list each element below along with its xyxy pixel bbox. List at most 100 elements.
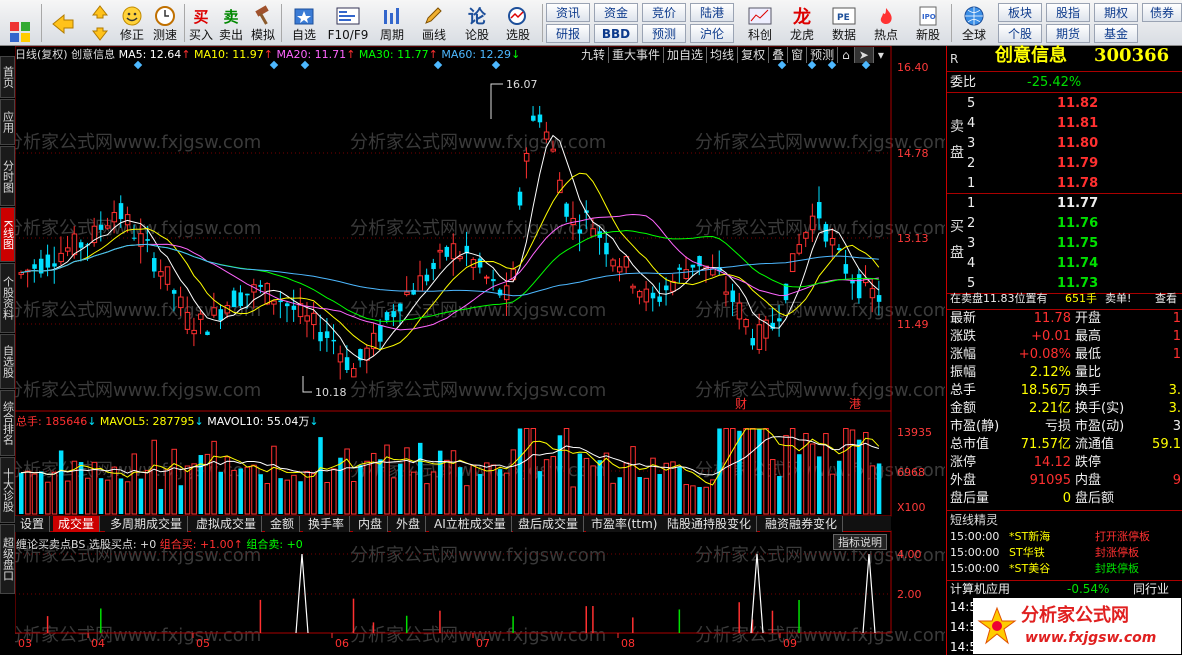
down-button[interactable]	[88, 24, 112, 44]
tab-settings[interactable]: 设置	[15, 516, 51, 532]
kechuang-button[interactable]: 科创	[740, 2, 780, 44]
tab-northbound-change[interactable]: 陆股通持股变化	[662, 516, 758, 532]
kline-chart-svg[interactable]: 分析家公式网www.fxjgsw.com 分析家公式网www.fxjgsw.com…	[15, 46, 945, 655]
grid-btn-news[interactable]: 资讯	[546, 3, 590, 22]
grid-btn-hk-connect[interactable]: 陆港	[690, 3, 734, 22]
ma-button[interactable]: 均线	[707, 47, 739, 63]
event-diamond-icon[interactable]	[807, 60, 817, 70]
left-tab-diagnosis[interactable]: 十大诊股	[0, 457, 15, 523]
longhu-button[interactable]: 龙 龙虎	[782, 2, 822, 44]
indicator-explain-button[interactable]: 指标说明	[833, 534, 887, 550]
tab-multi-period-volume[interactable]: 多周期成交量	[105, 516, 189, 532]
event-diamond-icon[interactable]	[827, 60, 837, 70]
ask-level-3[interactable]: 3 11.80	[947, 134, 1182, 154]
left-tab-favorites[interactable]: 自选股	[0, 334, 15, 389]
tab-outer-volume[interactable]: 外盘	[391, 516, 427, 532]
new-stock-button[interactable]: IPO 新股	[908, 2, 948, 44]
left-tab-ranking[interactable]: 综合排名	[0, 390, 15, 456]
draw-button[interactable]: 画线	[414, 2, 454, 44]
large-order-view[interactable]: 查看	[1155, 290, 1177, 308]
spirit-item[interactable]: 15:00:00 *ST新海 打开涨停板	[947, 529, 1182, 545]
grid-btn-shanghai-london[interactable]: 沪伦	[690, 24, 734, 43]
ask-level-2[interactable]: 2 11.79	[947, 154, 1182, 174]
left-tab-kline[interactable]: K线图	[0, 207, 15, 262]
bid-level-4[interactable]: 4 11.74	[947, 254, 1182, 274]
sell-button[interactable]: 卖 卖出	[216, 2, 246, 44]
back-button[interactable]	[46, 2, 80, 44]
indicator-tab-bar: 设置 成交量 多周期成交量 虚拟成交量 金额 换手率 内盘 外盘 AI立桩成交量…	[15, 516, 891, 532]
data-button[interactable]: PE 数据	[824, 2, 864, 44]
up-button[interactable]	[88, 2, 112, 22]
bid-level-2[interactable]: 2 11.76	[947, 214, 1182, 234]
overlay-button[interactable]: 叠	[769, 47, 789, 63]
event-markers[interactable]	[15, 60, 891, 70]
tab-virtual-volume[interactable]: 虚拟成交量	[191, 516, 263, 532]
f10-button[interactable]: F10/F9	[326, 2, 370, 44]
grid-btn-sector[interactable]: 板块	[998, 3, 1042, 22]
grid-btn-futures[interactable]: 期货	[1046, 24, 1090, 43]
select-stock-button[interactable]: 选股	[498, 2, 538, 44]
jiuzhuan-button[interactable]: 九转	[578, 47, 610, 63]
event-diamond-icon[interactable]	[433, 60, 443, 70]
tab-volume[interactable]: 成交量	[53, 516, 101, 532]
grid-btn-forecast[interactable]: 预测	[642, 24, 686, 43]
grid-btn-funds-list[interactable]: 基金	[1094, 24, 1138, 43]
event-diamond-icon[interactable]	[491, 60, 501, 70]
global-button[interactable]: 全球	[953, 2, 995, 44]
hk-connect-marker[interactable]: 港	[849, 397, 861, 411]
left-tab-apps[interactable]: 应用	[0, 99, 15, 145]
tab-turnover[interactable]: 换手率	[303, 516, 351, 532]
tab-margin-change[interactable]: 融资融券变化	[760, 516, 844, 532]
grid-btn-auction[interactable]: 竞价	[642, 3, 686, 22]
spirit-item[interactable]: 15:00:00 *ST美谷 封跌停板	[947, 561, 1182, 577]
left-tab-super-panel[interactable]: 超级盘口	[0, 524, 15, 594]
simulate-button[interactable]: 模拟	[247, 2, 279, 44]
lock-icon[interactable]: ⌂	[838, 47, 855, 63]
grid-btn-funds[interactable]: 资金	[594, 3, 638, 22]
add-favorite-button[interactable]: 加自选	[664, 47, 708, 63]
event-diamond-icon[interactable]	[777, 60, 787, 70]
buy-button[interactable]: 买 买入	[186, 2, 216, 44]
grid-btn-research[interactable]: 研报	[546, 24, 590, 43]
event-diamond-icon[interactable]	[300, 60, 310, 70]
bid-level-1[interactable]: 1 11.77	[947, 194, 1182, 214]
grid-btn-options[interactable]: 期权	[1094, 3, 1138, 22]
industry-row[interactable]: 计算机应用 -0.54% 同行业	[947, 580, 1182, 597]
menu-chevron-icon[interactable]: ▾	[874, 47, 888, 63]
event-diamond-icon[interactable]	[269, 60, 279, 70]
period-button[interactable]: 周期	[372, 2, 412, 44]
tab-ai-volume[interactable]: AI立桩成交量	[429, 516, 512, 532]
backtest-button[interactable]: 测速	[149, 2, 181, 44]
tab-pe-ttm[interactable]: 市盈率(ttm)	[586, 516, 664, 532]
kline-chart-area[interactable]: 分析家公式网www.fxjgsw.com 分析家公式网www.fxjgsw.com…	[15, 46, 945, 655]
ask-level-1[interactable]: 1 11.78	[947, 174, 1182, 194]
windows-button[interactable]	[2, 2, 38, 44]
left-tab-home[interactable]: 首页	[0, 56, 15, 98]
tab-after-hours-volume[interactable]: 盘后成交量	[513, 516, 585, 532]
stock-forum-button[interactable]: 论 论股	[458, 2, 496, 44]
ask-level-4[interactable]: 4 11.81	[947, 114, 1182, 134]
window-button[interactable]: 窗	[788, 47, 808, 63]
industry-more-link[interactable]: 同行业	[1133, 581, 1169, 598]
favorites-button[interactable]: 自选	[284, 2, 324, 44]
financial-report-marker[interactable]: 财	[735, 397, 747, 411]
modify-button[interactable]: 修正	[116, 2, 148, 44]
grid-btn-bonds[interactable]: 债券	[1142, 3, 1182, 22]
tab-inner-volume[interactable]: 内盘	[353, 516, 389, 532]
grid-btn-stock-index[interactable]: 股指	[1046, 3, 1090, 22]
tab-amount[interactable]: 金额	[265, 516, 301, 532]
event-diamond-icon[interactable]	[861, 60, 871, 70]
large-order-row[interactable]: 在卖盘11.83位置有 651手 卖单! 查看	[947, 290, 1182, 308]
bid-level-3[interactable]: 3 11.75	[947, 234, 1182, 254]
grid-btn-individual[interactable]: 个股	[998, 24, 1042, 43]
hotspot-button[interactable]: 热点	[866, 2, 906, 44]
ask-level-5[interactable]: 5 11.82	[947, 94, 1182, 114]
left-tab-timeshare[interactable]: 分时图	[0, 146, 15, 206]
spirit-item[interactable]: 15:00:00 ST华铁 封涨停板	[947, 545, 1182, 561]
event-diamond-icon[interactable]	[133, 60, 143, 70]
major-events-button[interactable]: 重大事件	[609, 47, 665, 63]
chart-period-label[interactable]: 日线(复权)	[15, 48, 68, 61]
grid-btn-bbd[interactable]: BBD	[594, 24, 638, 43]
adjust-button[interactable]: 复权	[738, 47, 770, 63]
left-tab-profile[interactable]: 个股资料	[0, 263, 15, 333]
